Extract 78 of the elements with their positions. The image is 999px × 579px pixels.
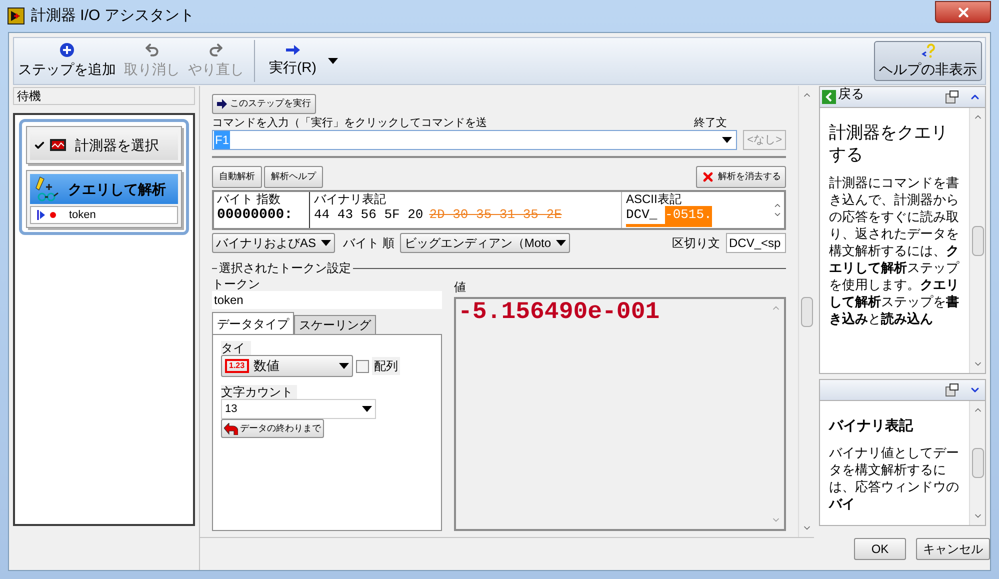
help-icon — [920, 42, 936, 58]
help-title: 計測器をクエリする — [829, 122, 949, 166]
dropdown-arrow-icon — [556, 240, 566, 246]
token-label: トークン — [212, 277, 261, 291]
auto-parse-button[interactable]: 自動解析 — [212, 166, 262, 188]
help-title: バイナリ表記 — [829, 416, 914, 435]
spin-down-icon[interactable] — [772, 210, 782, 219]
count-label: 文字カウント — [221, 385, 297, 399]
array-label: 配列 — [372, 357, 400, 375]
pencil-glasses-icon — [34, 176, 60, 202]
delimiter-field[interactable]: DCV_<sp — [726, 233, 786, 253]
window-icon[interactable] — [945, 383, 959, 397]
close-button[interactable] — [935, 1, 991, 23]
token-field[interactable]: token — [212, 291, 442, 309]
run-button[interactable]: 実行(R) — [261, 38, 324, 84]
scrollbar[interactable] — [798, 86, 814, 537]
help-text: 計測器にコマンドを書き込んで、計測器からの応答をすぐに読み取り、返されたデータを構文解析するには、クエリして解析ステップを使用します。クエリして解析ステップを書き込みと読み込ん — [829, 174, 960, 327]
binary-bytes: 2D 30 35 31 35 2E — [429, 206, 562, 224]
command-label: コマンドを入力（「実行」をクリックしてコマンドを送 — [212, 117, 487, 130]
dropdown-arrow-icon — [362, 406, 372, 412]
run-step-button[interactable]: このステップを実行 — [212, 94, 316, 114]
instrument-icon — [49, 138, 67, 152]
window-icon[interactable] — [945, 90, 959, 104]
dropdown-arrow-icon — [722, 137, 732, 143]
dropdown-arrow-icon — [321, 240, 332, 246]
clear-parse-button[interactable]: 解析を消去する — [696, 166, 786, 188]
scroll-thumb[interactable] — [972, 448, 984, 478]
ascii-text: -0515. — [665, 206, 712, 227]
dialog-button[interactable]: キャンセル — [916, 538, 990, 560]
scrollbar[interactable] — [969, 401, 985, 525]
app-icon — [7, 7, 25, 25]
column-header: ASCII表記 — [626, 192, 682, 206]
curved-arrow-icon — [224, 422, 238, 434]
byte-order-label: バイト 順 — [343, 235, 394, 252]
scroll-thumb[interactable] — [972, 226, 984, 256]
to-end-button[interactable]: データの終わりまで — [221, 419, 324, 438]
arrow-right-icon — [217, 99, 227, 109]
group-title: 選択されたトークン設定 — [218, 260, 352, 277]
spin-up-icon[interactable] — [772, 201, 782, 210]
parse-help-button[interactable]: 解析ヘルプ — [264, 166, 323, 188]
count-dropdown[interactable]: 13 — [221, 399, 376, 419]
tab[interactable]: データタイプ — [212, 312, 294, 334]
marker-icon — [37, 210, 59, 220]
x-icon — [701, 170, 715, 184]
window-title: 計測器 I/O アシスタント — [31, 6, 194, 26]
dialog-button[interactable]: OK — [854, 538, 906, 560]
type-label: タイ — [221, 341, 251, 355]
value-label: 値 — [454, 280, 467, 294]
scroll-thumb[interactable] — [800, 296, 812, 326]
delimiter-label: 区切り文 — [672, 235, 720, 252]
tab[interactable]: スケーリング — [294, 315, 376, 334]
toolbar-button[interactable]: ステップを追加 — [14, 38, 120, 84]
byte-order-dropdown[interactable]: ビッグエンディアン（Moto — [400, 233, 570, 253]
arrow-right-icon — [286, 44, 300, 54]
scrollbar[interactable] — [969, 108, 985, 373]
array-checkbox[interactable] — [356, 360, 369, 372]
display-dropdown[interactable]: バイナリおよびAS — [212, 233, 336, 253]
status-field: 待機 — [13, 87, 195, 105]
terminator-label: 終了文 — [694, 117, 727, 130]
step-button[interactable]: クエリして解析 — [30, 174, 178, 204]
back-link[interactable]: 戻る — [838, 84, 864, 104]
token-item[interactable]: token — [30, 206, 178, 224]
type-dropdown[interactable]: 1.23 数値 — [221, 355, 353, 377]
binary-bytes: 44 43 56 5F 20 — [314, 206, 424, 224]
column-header: バイナリ表記 — [314, 192, 387, 206]
plus-circle-icon — [59, 42, 75, 58]
value-text: -5.156490e-001 — [457, 299, 661, 328]
check-icon — [34, 140, 45, 150]
dropdown-arrow-icon — [339, 363, 349, 369]
close-icon — [956, 4, 970, 20]
redo-icon — [208, 42, 224, 58]
byte-offset: 00000000: — [217, 206, 294, 224]
numeric-badge: 1.23 — [225, 359, 249, 373]
run-menu-arrow-icon — [328, 58, 338, 64]
help-text: バイナリ値としてデータを構文解析するには、応答ウィンドウのバイ — [829, 444, 960, 512]
column-header: バイト 指数 — [217, 192, 282, 206]
undo-icon — [144, 42, 160, 58]
hide-help-button[interactable]: ヘルプの非表示 — [874, 41, 982, 81]
